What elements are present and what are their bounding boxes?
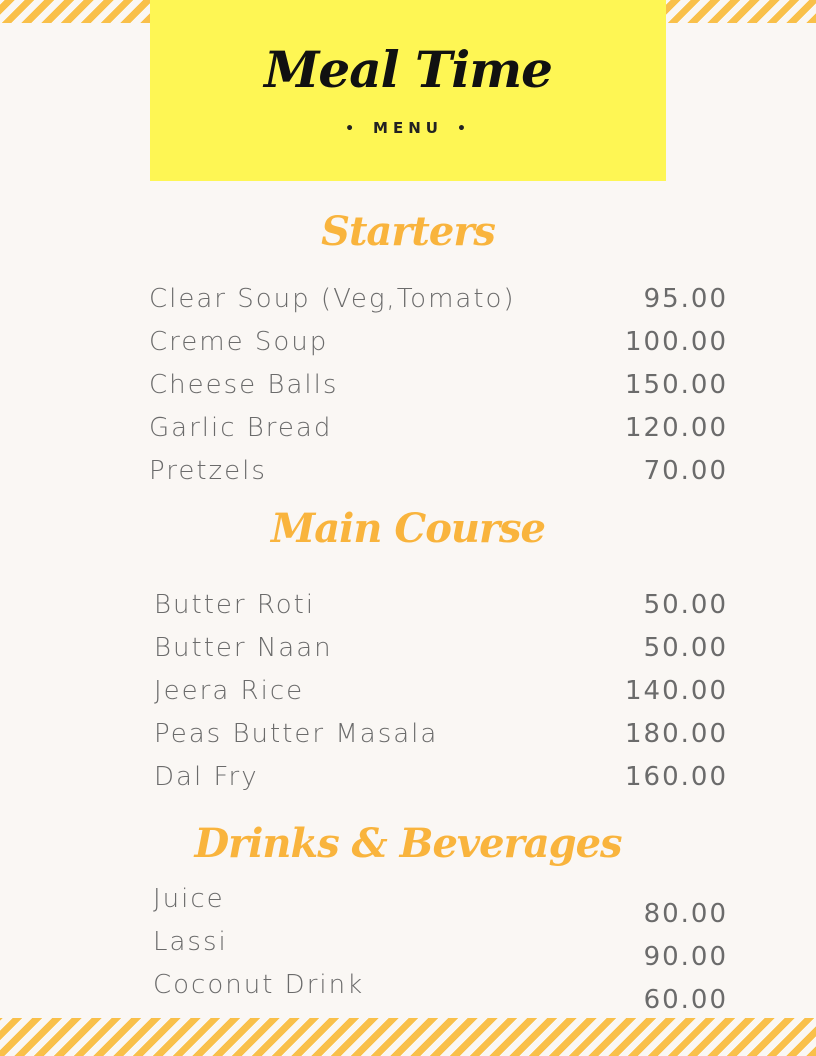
- bullet-left-icon: •: [345, 121, 360, 137]
- menu-item-name: Creme Soup: [149, 327, 329, 357]
- menu-title: Meal Time: [264, 40, 553, 99]
- menu-item-name: Cheese Balls: [149, 370, 339, 400]
- menu-item-price: 90.00: [643, 942, 728, 972]
- menu-item-price: 50.00: [643, 633, 728, 663]
- menu-item-price: 80.00: [643, 899, 728, 929]
- decorative-stripes-bottom: [0, 1018, 816, 1056]
- menu-item-name: Coconut Drink: [153, 970, 365, 1000]
- menu-item-name: Butter Roti: [154, 590, 316, 620]
- decorative-stripes-top-left: [0, 0, 150, 23]
- menu-item-name: Pretzels: [149, 456, 267, 486]
- menu-item-price: 120.00: [625, 413, 728, 443]
- bullet-right-icon: •: [456, 121, 471, 137]
- menu-subtitle: • MENU •: [150, 119, 666, 137]
- menu-item-price: 60.00: [643, 985, 728, 1015]
- menu-item-price: 140.00: [625, 676, 728, 706]
- menu-item-price: 95.00: [643, 284, 728, 314]
- menu-item-name: Lassi: [153, 927, 228, 957]
- section-title-main-course: Main Course: [270, 505, 546, 552]
- menu-item-name: Clear Soup (Veg,Tomato): [149, 284, 516, 314]
- menu-item-price: 70.00: [643, 456, 728, 486]
- menu-header: Meal Time • MENU •: [150, 0, 666, 181]
- decorative-stripes-top-right: [666, 0, 816, 23]
- menu-item-price: 100.00: [625, 327, 728, 357]
- menu-subtitle-text: MENU: [373, 119, 443, 137]
- menu-item-price: 160.00: [625, 762, 728, 792]
- menu-item-price: 180.00: [625, 719, 728, 749]
- section-title-starters: Starters: [321, 208, 496, 255]
- menu-item-name: Butter Naan: [154, 633, 333, 663]
- menu-item-name: Garlic Bread: [149, 413, 333, 443]
- menu-item-name: Jeera Rice: [154, 676, 305, 706]
- menu-item-name: Peas Butter Masala: [154, 719, 439, 749]
- section-title-drinks-beverages: Drinks & Beverages: [194, 820, 622, 867]
- menu-item-price: 50.00: [643, 590, 728, 620]
- menu-item-price: 150.00: [625, 370, 728, 400]
- menu-item-name: Juice: [153, 884, 225, 914]
- menu-item-name: Dal Fry: [154, 762, 259, 792]
